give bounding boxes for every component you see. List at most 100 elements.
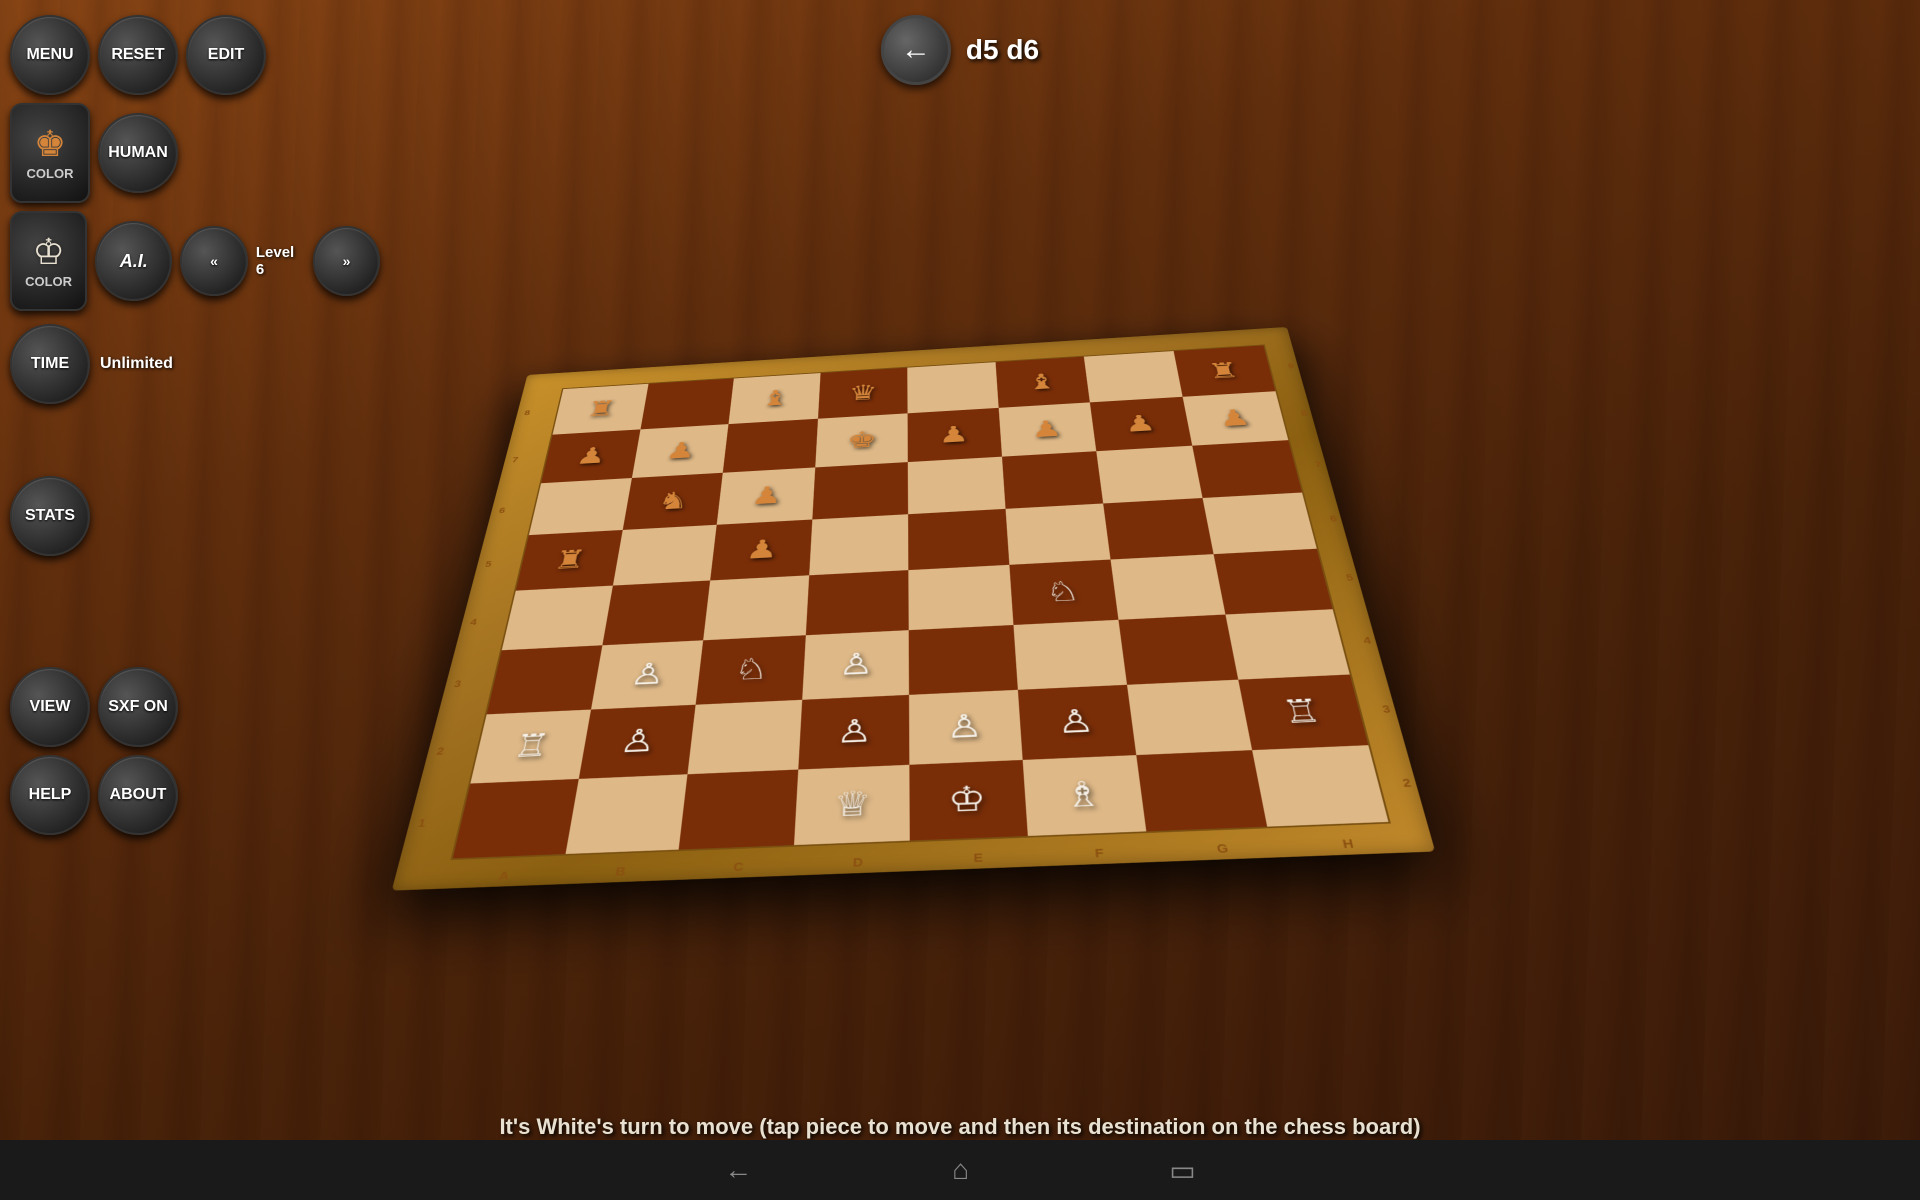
- chess-cell[interactable]: [502, 586, 613, 651]
- chess-cell[interactable]: ♕: [794, 765, 910, 845]
- chess-cell[interactable]: [1096, 446, 1202, 504]
- chess-piece: ♚: [846, 428, 877, 452]
- chess-cell[interactable]: [1225, 609, 1350, 679]
- time-row: TIME Unlimited: [10, 324, 173, 404]
- chess-piece: ♟: [1216, 406, 1252, 430]
- chess-grid[interactable]: ♜♝♛♝♜♟♟♚♟♟♟♟♞♟♜♟♘♙♘♙♖♙♙♙♙♖♕♔♗: [450, 344, 1390, 860]
- level-next-button[interactable]: »: [313, 226, 381, 296]
- chess-piece: ♟: [745, 536, 779, 563]
- chess-cell[interactable]: [1084, 351, 1182, 402]
- chess-board-area[interactable]: 8 7 6 5 4 3 2 1 9 8 7 6 5 4 3 2: [150, 20, 1700, 920]
- chess-cell[interactable]: [723, 419, 818, 473]
- sxf-button[interactable]: SXF ON: [98, 667, 178, 747]
- chess-cell[interactable]: ♘: [1009, 560, 1119, 625]
- chess-cell[interactable]: ♚: [815, 413, 908, 467]
- chess-cell[interactable]: [809, 514, 909, 575]
- chess-piece: ♜: [551, 547, 588, 574]
- board-frame: 8 7 6 5 4 3 2 1 9 8 7 6 5 4 3 2: [392, 327, 1436, 891]
- chess-cell[interactable]: [908, 509, 1009, 570]
- chess-piece: ♟: [1030, 417, 1063, 441]
- chess-cell[interactable]: ♙: [802, 630, 909, 700]
- chess-cell[interactable]: ♟: [1182, 391, 1288, 445]
- time-button[interactable]: TIME: [10, 324, 90, 404]
- chess-cell[interactable]: ♙: [578, 705, 695, 779]
- chess-cell[interactable]: ♜: [1173, 345, 1275, 396]
- chess-cell[interactable]: [487, 645, 602, 714]
- chess-cell[interactable]: [805, 570, 908, 635]
- help-button[interactable]: HELP: [10, 755, 90, 835]
- chess-cell[interactable]: ♘: [696, 635, 806, 704]
- player1-type-button[interactable]: HUMAN: [98, 113, 178, 193]
- chess-piece: ♘: [1044, 577, 1081, 606]
- chess-cell[interactable]: [687, 700, 801, 774]
- chess-cell[interactable]: ♟: [541, 429, 640, 483]
- chess-cell[interactable]: ♝: [728, 373, 820, 424]
- chess-cell[interactable]: ♟: [717, 467, 815, 524]
- chess-cell[interactable]: ♟: [908, 408, 1002, 462]
- chess-cell[interactable]: ♟: [998, 402, 1096, 456]
- nav-recent-button[interactable]: ▭: [1169, 1154, 1195, 1187]
- chess-cell[interactable]: [640, 378, 734, 429]
- chess-cell[interactable]: [812, 462, 908, 519]
- chess-cell[interactable]: ♟: [632, 424, 729, 478]
- chess-cell[interactable]: [679, 770, 798, 850]
- chess-cell[interactable]: [1202, 493, 1317, 555]
- chess-cell[interactable]: ♛: [818, 368, 908, 419]
- chess-cell[interactable]: [565, 774, 687, 854]
- chess-cell[interactable]: [1127, 680, 1252, 755]
- chess-piece: ♖: [511, 730, 552, 763]
- chess-cell[interactable]: [1002, 451, 1104, 509]
- chess-cell[interactable]: [1192, 440, 1302, 498]
- view-button[interactable]: VIEW: [10, 667, 90, 747]
- player2-color-label: COLOR: [25, 274, 72, 289]
- chess-cell[interactable]: ♟: [1090, 397, 1192, 451]
- chess-cell[interactable]: [1013, 620, 1127, 690]
- menu-button[interactable]: MENU: [10, 15, 90, 95]
- status-message: It's White's turn to move (tap piece to …: [499, 1114, 1420, 1139]
- player2-color-button[interactable]: ♔ COLOR: [10, 211, 87, 311]
- chess-cell[interactable]: [1118, 615, 1237, 685]
- nav-home-button[interactable]: ⌂: [952, 1154, 969, 1186]
- chess-cell[interactable]: ♜: [553, 384, 649, 435]
- chess-cell[interactable]: ♗: [1022, 755, 1146, 836]
- chess-cell[interactable]: ♙: [1017, 685, 1136, 760]
- chess-cell[interactable]: ♔: [909, 760, 1027, 841]
- chess-cell[interactable]: [1252, 745, 1389, 826]
- level-prev-button[interactable]: «: [180, 226, 248, 296]
- chess-cell[interactable]: [602, 580, 710, 645]
- chess-cell[interactable]: ♜: [516, 530, 623, 591]
- chess-cell[interactable]: [453, 779, 579, 858]
- chess-cell[interactable]: [908, 457, 1005, 515]
- chess-cell[interactable]: [907, 362, 998, 413]
- chess-cell[interactable]: ♖: [470, 710, 590, 784]
- player1-color-button[interactable]: ♚ COLOR: [10, 103, 90, 203]
- nav-back-button[interactable]: ←: [724, 1154, 752, 1186]
- chess-cell[interactable]: ♞: [622, 473, 722, 530]
- player2-type-button[interactable]: A.I.: [95, 221, 172, 301]
- chess-cell[interactable]: [529, 478, 632, 535]
- chess-cell[interactable]: [1103, 498, 1213, 560]
- chess-cell[interactable]: ♟: [710, 520, 812, 581]
- chess-cell[interactable]: [908, 565, 1013, 630]
- chess-cell[interactable]: ♙: [909, 690, 1022, 765]
- chess-cell[interactable]: ♙: [798, 695, 910, 770]
- chess-cell[interactable]: ♝: [995, 357, 1090, 408]
- chess-cell[interactable]: [703, 575, 809, 640]
- undo-button[interactable]: ←: [881, 15, 951, 85]
- stats-button[interactable]: STATS: [10, 476, 90, 556]
- chess-piece: ♙: [838, 649, 874, 680]
- level-text: Level 6: [256, 244, 305, 278]
- edit-button[interactable]: EDIT: [186, 15, 266, 95]
- chess-cell[interactable]: [1005, 503, 1110, 564]
- chess-cell[interactable]: ♖: [1238, 675, 1369, 751]
- chess-cell[interactable]: [1136, 750, 1266, 831]
- chess-cell[interactable]: [1111, 554, 1225, 620]
- chess-piece: ♙: [946, 710, 984, 743]
- reset-button[interactable]: RESET: [98, 15, 178, 95]
- chess-cell[interactable]: [909, 625, 1018, 695]
- chess-cell[interactable]: [1213, 549, 1333, 615]
- about-button[interactable]: ABOUT: [98, 755, 178, 835]
- chess-cell[interactable]: [613, 525, 717, 586]
- chess-cell[interactable]: ♙: [591, 640, 704, 709]
- sidebar: MENU RESET EDIT ♚ COLOR HUMAN ♔ COLOR A.…: [0, 0, 200, 850]
